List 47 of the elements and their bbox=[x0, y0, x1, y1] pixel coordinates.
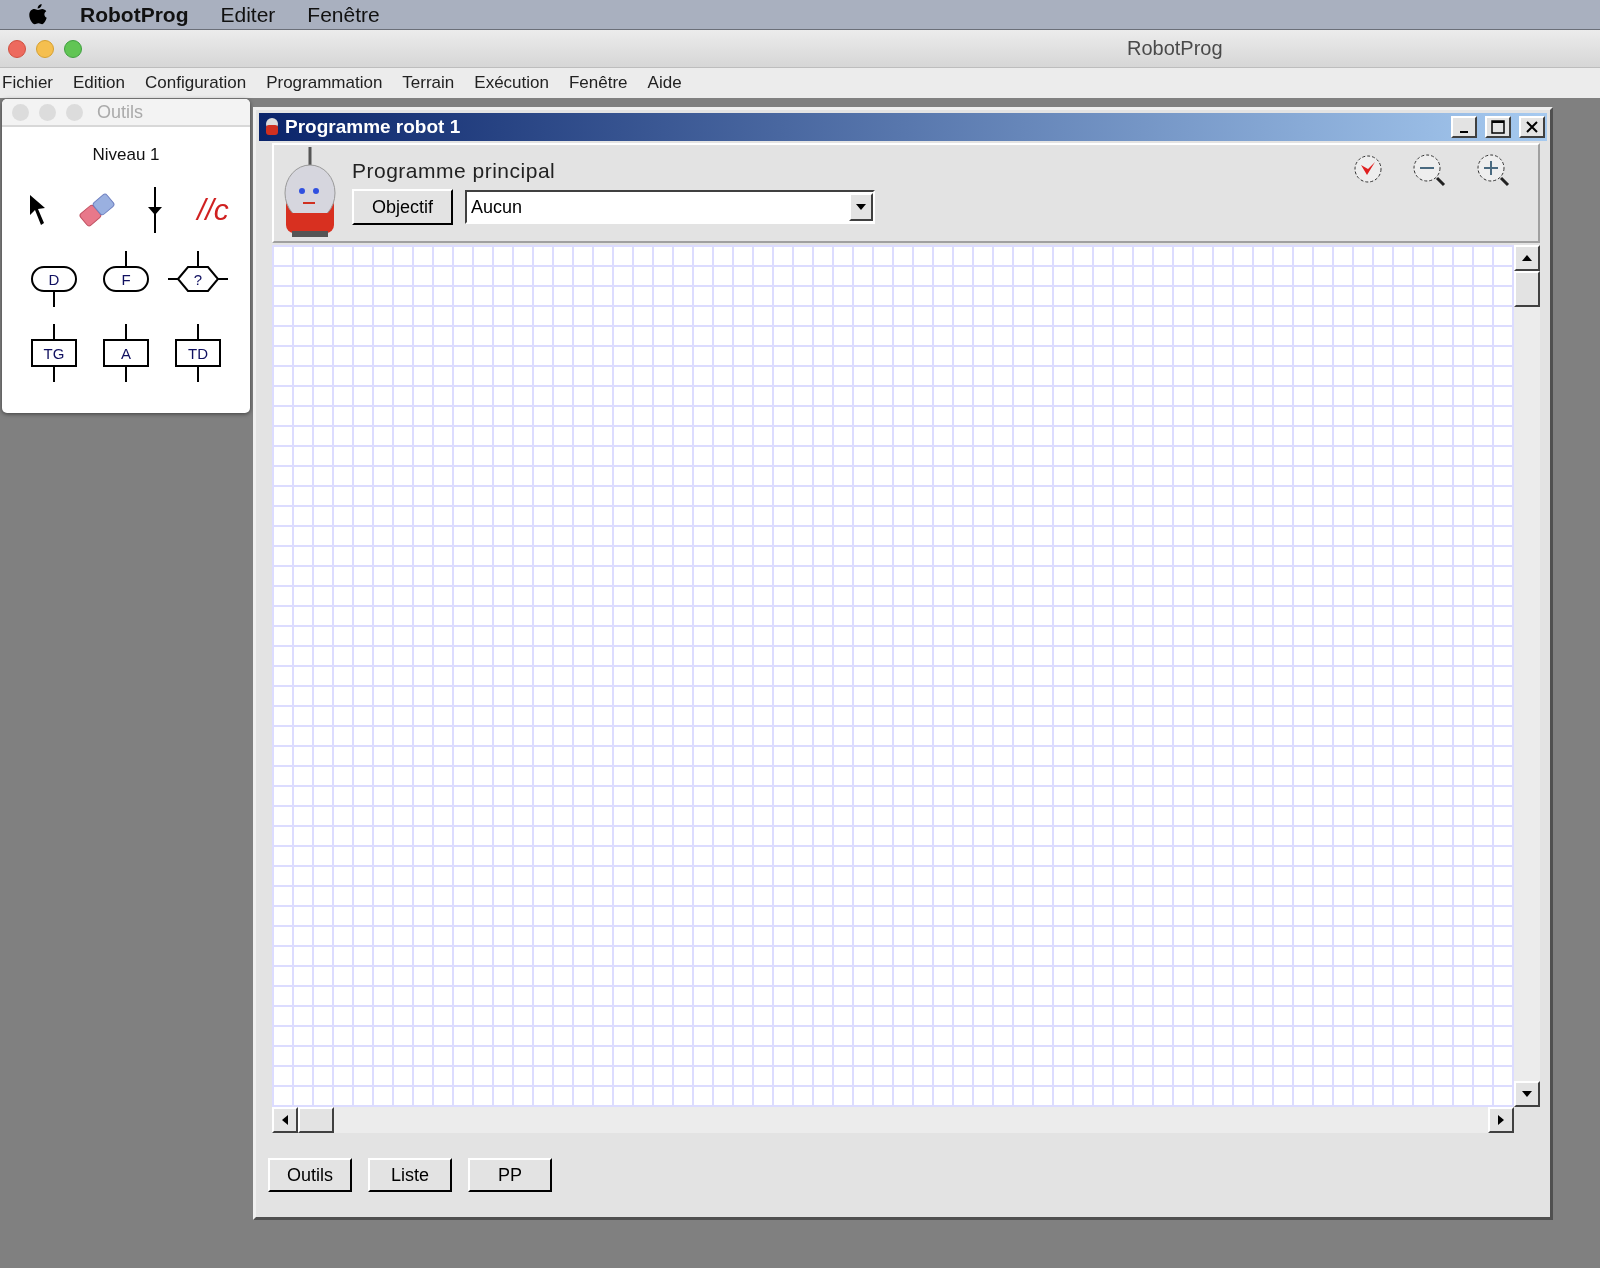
end-block-tool[interactable]: F bbox=[95, 249, 157, 309]
objective-dropdown[interactable]: Aucun bbox=[465, 190, 876, 224]
system-menu-item[interactable]: Editer bbox=[220, 2, 276, 27]
objective-button[interactable]: Objectif bbox=[352, 189, 454, 225]
zoom-in-icon[interactable] bbox=[1476, 153, 1512, 187]
menu-item[interactable]: Aide bbox=[647, 73, 682, 93]
scroll-thumb[interactable] bbox=[1514, 271, 1540, 307]
dropdown-arrow-icon bbox=[855, 203, 868, 211]
scroll-right-icon[interactable] bbox=[1497, 1114, 1505, 1126]
program-title: Programme robot 1 bbox=[285, 116, 462, 138]
level-label: Niveau 1 bbox=[91, 145, 161, 165]
action-block-tool[interactable]: TG bbox=[23, 323, 85, 383]
horizontal-scrollbar[interactable] bbox=[272, 1107, 1514, 1133]
vertical-scrollbar[interactable] bbox=[1514, 245, 1540, 1107]
robot-icon bbox=[265, 117, 279, 137]
maximize-icon bbox=[1491, 120, 1505, 134]
menu-item[interactable]: Fenêtre bbox=[569, 73, 628, 93]
action-block-tool[interactable]: A bbox=[95, 323, 157, 383]
menu-item[interactable]: Terrain bbox=[402, 73, 455, 93]
scroll-up-icon[interactable] bbox=[1521, 254, 1533, 262]
panel-button[interactable]: Outils bbox=[268, 1158, 352, 1192]
close-icon bbox=[1525, 120, 1539, 134]
zoom-out-icon[interactable] bbox=[1412, 153, 1448, 187]
scroll-thumb[interactable] bbox=[298, 1107, 334, 1133]
panel-button[interactable]: PP bbox=[468, 1158, 552, 1192]
menu-item[interactable]: Exécution bbox=[474, 73, 549, 93]
palette-title: Outils bbox=[97, 101, 143, 123]
connector-icon bbox=[145, 187, 165, 233]
system-menu-item[interactable]: Fenêtre bbox=[307, 2, 380, 27]
comment-tool[interactable]: //c bbox=[192, 185, 234, 235]
window-title: RobotProg bbox=[1127, 37, 1223, 60]
menu-item[interactable]: Edition bbox=[73, 73, 125, 93]
minimize-icon bbox=[1460, 131, 1468, 133]
app-menu[interactable]: RobotProg bbox=[80, 2, 189, 27]
action-block-tool[interactable]: TD bbox=[167, 323, 229, 383]
apple-logo-icon[interactable] bbox=[28, 3, 48, 26]
menu-item[interactable]: Fichier bbox=[2, 73, 53, 93]
check-icon[interactable] bbox=[1352, 153, 1384, 185]
scroll-down-icon[interactable] bbox=[1521, 1090, 1533, 1098]
start-block-tool[interactable]: D bbox=[23, 249, 85, 309]
program-name: Programme principal bbox=[352, 159, 557, 183]
panel-button[interactable]: Liste bbox=[368, 1158, 452, 1192]
menu-item[interactable]: Programmation bbox=[266, 73, 383, 93]
menu-item[interactable]: Configuration bbox=[145, 73, 247, 93]
test-block-tool[interactable]: ? bbox=[167, 249, 229, 309]
maximize-button[interactable] bbox=[1485, 116, 1511, 138]
scroll-left-icon[interactable] bbox=[281, 1114, 289, 1126]
